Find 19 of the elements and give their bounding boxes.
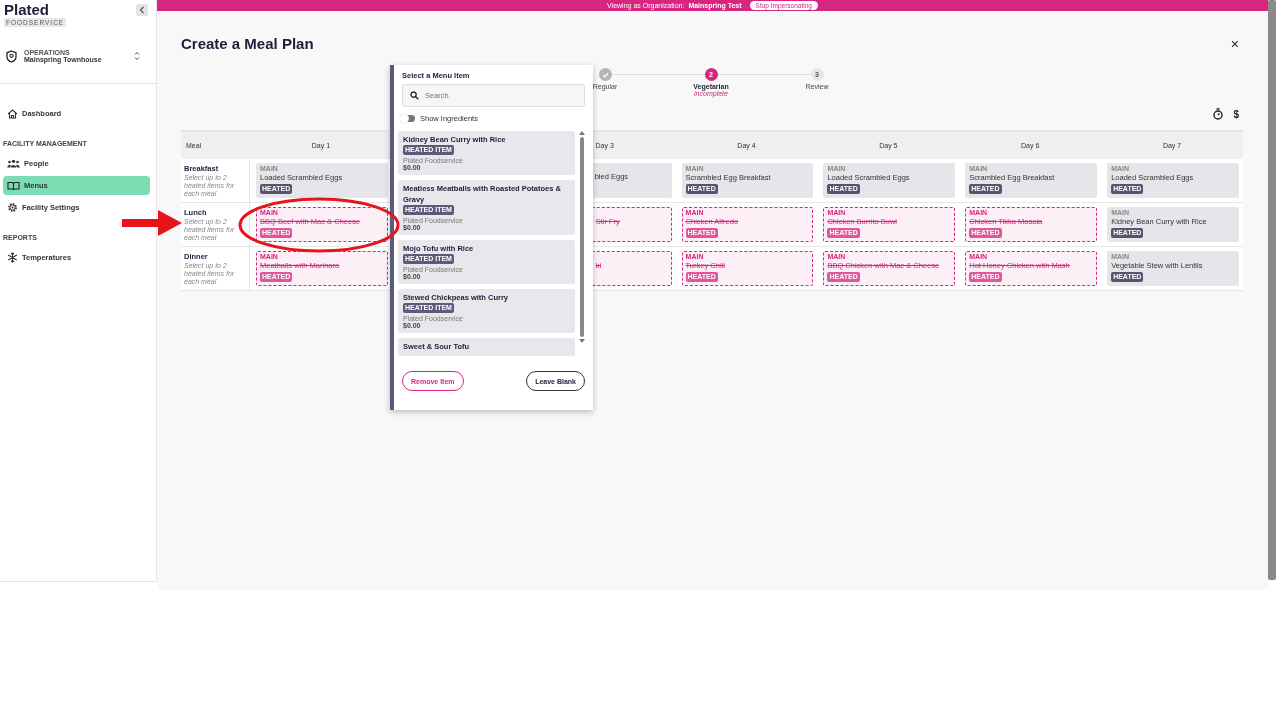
scroll-up-icon[interactable] [579,131,585,135]
snowflake-icon [7,252,18,263]
page-title: Create a Meal Plan [181,35,314,52]
timer-icon[interactable] [1213,108,1224,120]
cost-button[interactable]: $ [1233,108,1239,120]
close-button[interactable]: × [1230,35,1239,52]
people-icon [7,159,20,168]
scroll-down-icon[interactable] [579,339,585,343]
toggle-switch[interactable] [402,115,415,122]
gear-icon [7,202,18,213]
shield-icon [6,49,17,63]
chevron-left-icon [139,6,145,14]
chevron-updown-icon [134,51,140,61]
collapse-button[interactable] [136,4,148,16]
scrollbar[interactable] [1268,0,1276,580]
house-icon [7,108,18,119]
logo-text: Plated [4,2,49,18]
book-icon [7,180,20,191]
arrow-drawing [122,210,182,236]
